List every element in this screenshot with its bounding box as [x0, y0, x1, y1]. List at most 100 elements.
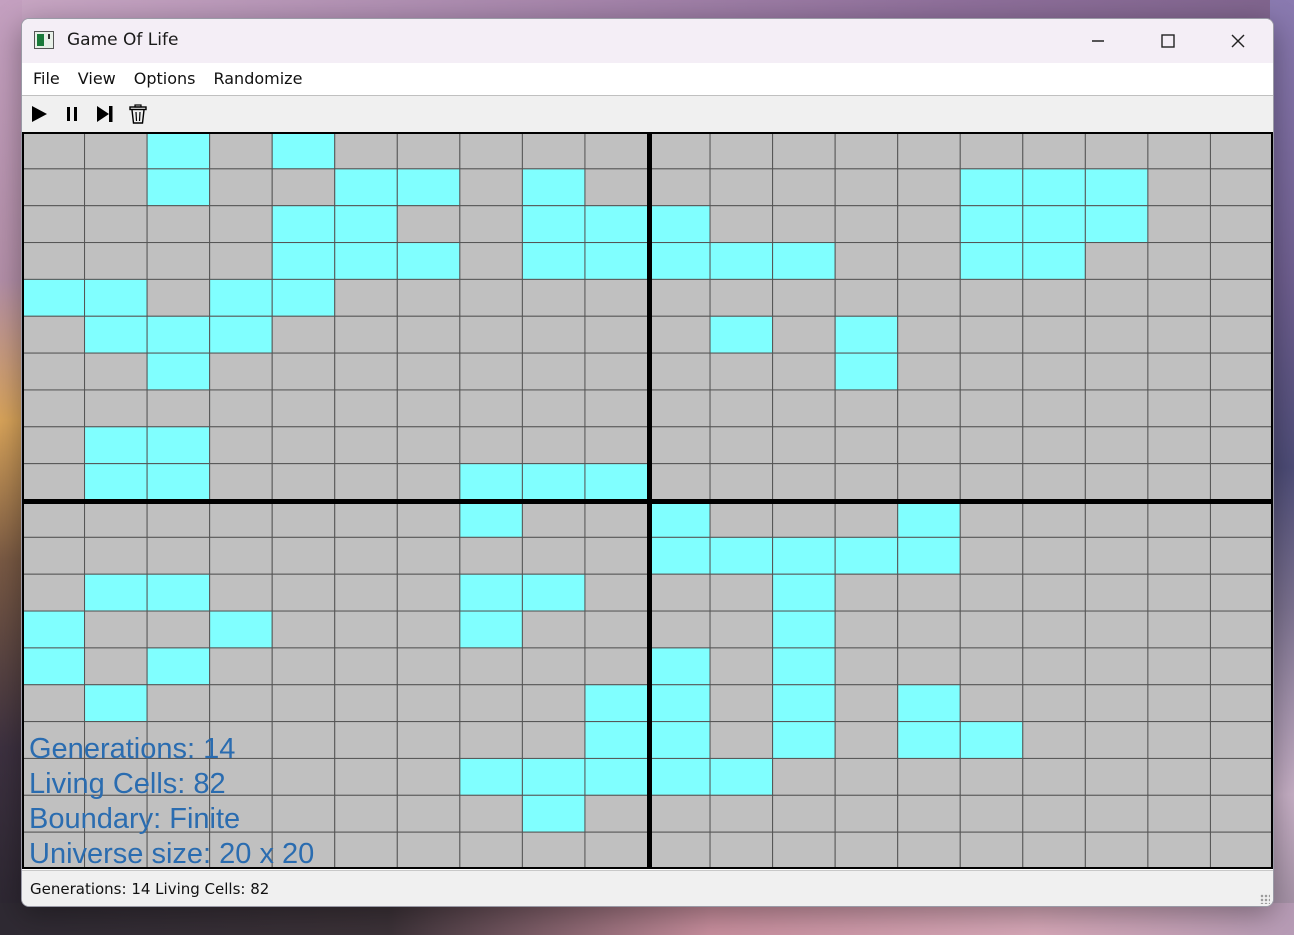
cell-dead[interactable]	[897, 426, 961, 465]
cell-alive[interactable]	[146, 168, 211, 207]
cell-dead[interactable]	[959, 831, 1024, 869]
cell-dead[interactable]	[1084, 278, 1149, 317]
cell-dead[interactable]	[959, 684, 1024, 723]
cell-dead[interactable]	[834, 684, 899, 723]
cell-alive[interactable]	[709, 242, 774, 280]
cell-dead[interactable]	[459, 315, 523, 354]
cell-alive[interactable]	[209, 610, 273, 649]
cell-alive[interactable]	[897, 500, 961, 538]
cell-alive[interactable]	[584, 721, 649, 759]
cell-alive[interactable]	[271, 205, 336, 244]
cell-dead[interactable]	[834, 205, 899, 244]
cell-dead[interactable]	[834, 168, 899, 207]
cell-dead[interactable]	[897, 168, 961, 207]
cell-dead[interactable]	[897, 647, 961, 686]
cell-dead[interactable]	[521, 684, 586, 723]
cell-dead[interactable]	[1084, 463, 1149, 501]
cell-dead[interactable]	[521, 315, 586, 354]
cell-dead[interactable]	[772, 389, 836, 428]
cell-dead[interactable]	[834, 242, 899, 280]
cell-dead[interactable]	[1022, 132, 1086, 170]
cell-alive[interactable]	[334, 205, 398, 244]
cell-alive[interactable]	[334, 242, 398, 280]
cell-alive[interactable]	[84, 573, 148, 612]
cell-alive[interactable]	[647, 205, 711, 244]
cell-dead[interactable]	[897, 463, 961, 501]
cell-dead[interactable]	[1147, 794, 1211, 833]
cell-dead[interactable]	[1022, 500, 1086, 538]
cell-dead[interactable]	[1209, 721, 1273, 759]
cell-dead[interactable]	[1084, 389, 1149, 428]
cell-dead[interactable]	[647, 794, 711, 833]
cell-dead[interactable]	[209, 463, 273, 501]
cell-dead[interactable]	[709, 573, 774, 612]
cell-dead[interactable]	[1209, 168, 1273, 207]
cell-dead[interactable]	[84, 168, 148, 207]
cell-dead[interactable]	[396, 389, 461, 428]
cell-dead[interactable]	[897, 794, 961, 833]
cell-dead[interactable]	[1209, 205, 1273, 244]
cell-alive[interactable]	[84, 463, 148, 501]
menu-options[interactable]: Options	[125, 63, 205, 95]
cell-dead[interactable]	[459, 721, 523, 759]
cell-alive[interactable]	[772, 536, 836, 575]
cell-dead[interactable]	[1022, 536, 1086, 575]
cell-dead[interactable]	[1147, 500, 1211, 538]
cell-dead[interactable]	[271, 610, 336, 649]
cell-dead[interactable]	[709, 426, 774, 465]
cell-alive[interactable]	[584, 684, 649, 723]
cell-dead[interactable]	[584, 831, 649, 869]
cell-alive[interactable]	[84, 684, 148, 723]
cell-dead[interactable]	[897, 242, 961, 280]
cell-dead[interactable]	[334, 278, 398, 317]
cell-dead[interactable]	[84, 647, 148, 686]
cell-dead[interactable]	[521, 352, 586, 391]
cell-alive[interactable]	[146, 426, 211, 465]
cell-alive[interactable]	[709, 315, 774, 354]
cell-dead[interactable]	[396, 536, 461, 575]
cell-dead[interactable]	[334, 426, 398, 465]
cell-alive[interactable]	[1022, 168, 1086, 207]
cell-dead[interactable]	[396, 426, 461, 465]
cell-alive[interactable]	[772, 242, 836, 280]
cell-alive[interactable]	[396, 242, 461, 280]
cell-dead[interactable]	[1022, 647, 1086, 686]
cell-dead[interactable]	[1084, 242, 1149, 280]
cell-alive[interactable]	[459, 757, 523, 796]
cell-dead[interactable]	[1209, 315, 1273, 354]
cell-dead[interactable]	[396, 684, 461, 723]
cell-dead[interactable]	[271, 463, 336, 501]
cell-dead[interactable]	[334, 500, 398, 538]
cell-dead[interactable]	[959, 132, 1024, 170]
cell-dead[interactable]	[584, 132, 649, 170]
cell-dead[interactable]	[709, 205, 774, 244]
cell-dead[interactable]	[334, 610, 398, 649]
cell-dead[interactable]	[209, 352, 273, 391]
cell-alive[interactable]	[22, 647, 86, 686]
cell-dead[interactable]	[1022, 757, 1086, 796]
cell-dead[interactable]	[1209, 278, 1273, 317]
cell-alive[interactable]	[959, 242, 1024, 280]
cell-dead[interactable]	[1209, 500, 1273, 538]
cell-dead[interactable]	[772, 500, 836, 538]
cell-dead[interactable]	[334, 352, 398, 391]
cell-dead[interactable]	[584, 278, 649, 317]
cell-dead[interactable]	[396, 132, 461, 170]
cell-dead[interactable]	[1209, 389, 1273, 428]
cell-dead[interactable]	[1147, 132, 1211, 170]
cell-dead[interactable]	[709, 684, 774, 723]
cell-dead[interactable]	[584, 794, 649, 833]
cell-alive[interactable]	[772, 647, 836, 686]
cell-dead[interactable]	[271, 573, 336, 612]
cell-alive[interactable]	[459, 463, 523, 501]
cell-dead[interactable]	[1084, 647, 1149, 686]
cell-alive[interactable]	[209, 315, 273, 354]
cell-alive[interactable]	[772, 721, 836, 759]
cell-dead[interactable]	[959, 610, 1024, 649]
cell-dead[interactable]	[521, 831, 586, 869]
cell-dead[interactable]	[459, 647, 523, 686]
cell-dead[interactable]	[459, 242, 523, 280]
cell-alive[interactable]	[647, 647, 711, 686]
cell-alive[interactable]	[146, 315, 211, 354]
cell-dead[interactable]	[334, 831, 398, 869]
